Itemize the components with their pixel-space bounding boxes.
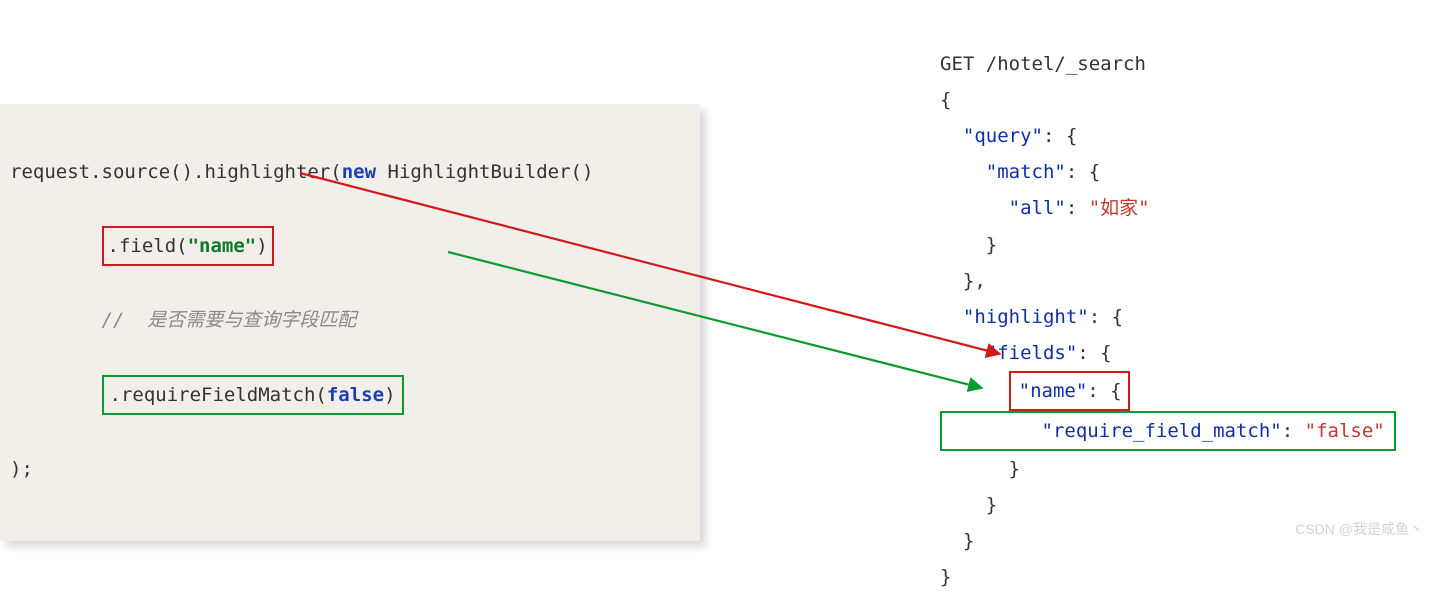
field-call-highlight: .field("name") [102,226,274,266]
code-comment: // 是否需要与查询字段匹配 [102,309,357,331]
json-key-fields: "fields" [986,342,1078,364]
require-field-match-call-highlight: .requireFieldMatch(false) [102,375,404,415]
json-value-all: "如家" [1089,197,1150,219]
punct: : { [1066,161,1100,183]
json-key-match: "match" [986,161,1066,183]
code-text: .requireFieldMatch( [110,384,327,406]
brace: { [940,89,951,111]
json-value-false: "false" [1305,420,1385,442]
http-request-line: GET /hotel/_search [940,53,1146,75]
json-key-require-field-match: "require_field_match" [1042,420,1282,442]
punct: : { [1089,306,1123,328]
brace-comma: }, [963,270,986,292]
watermark-text: CSDN @我是咸鱼丶 [1295,516,1423,543]
java-code-block: request.source().highlighter(new Highlig… [0,104,700,541]
json-name-highlight: "name": { [1009,371,1130,411]
string-literal-name: "name" [188,235,257,257]
keyword-false: false [327,384,384,406]
punct: : { [1043,125,1077,147]
punct: : [1066,197,1089,219]
json-key-highlight: "highlight" [963,306,1089,328]
brace: } [1009,458,1020,480]
code-text: ) [256,235,267,257]
code-text: .field( [108,235,188,257]
brace: } [963,530,974,552]
json-key-name: "name" [1019,380,1088,402]
code-text: ) [384,384,395,406]
punct: : { [1077,342,1111,364]
punct: : [1282,420,1305,442]
brace: } [986,234,997,256]
json-request-block: GET /hotel/_search { "query": { "match":… [940,10,1430,596]
json-key-query: "query" [963,125,1043,147]
keyword-new: new [342,161,376,183]
json-rfm-highlight: "require_field_match": "false" [940,411,1396,451]
code-text: HighlightBuilder() [376,161,593,183]
brace: } [986,494,997,516]
brace: } [940,566,951,588]
json-key-all: "all" [1009,197,1066,219]
code-text: request.source().highlighter( [10,161,342,183]
punct: : { [1087,380,1121,402]
code-text: ); [10,458,33,480]
